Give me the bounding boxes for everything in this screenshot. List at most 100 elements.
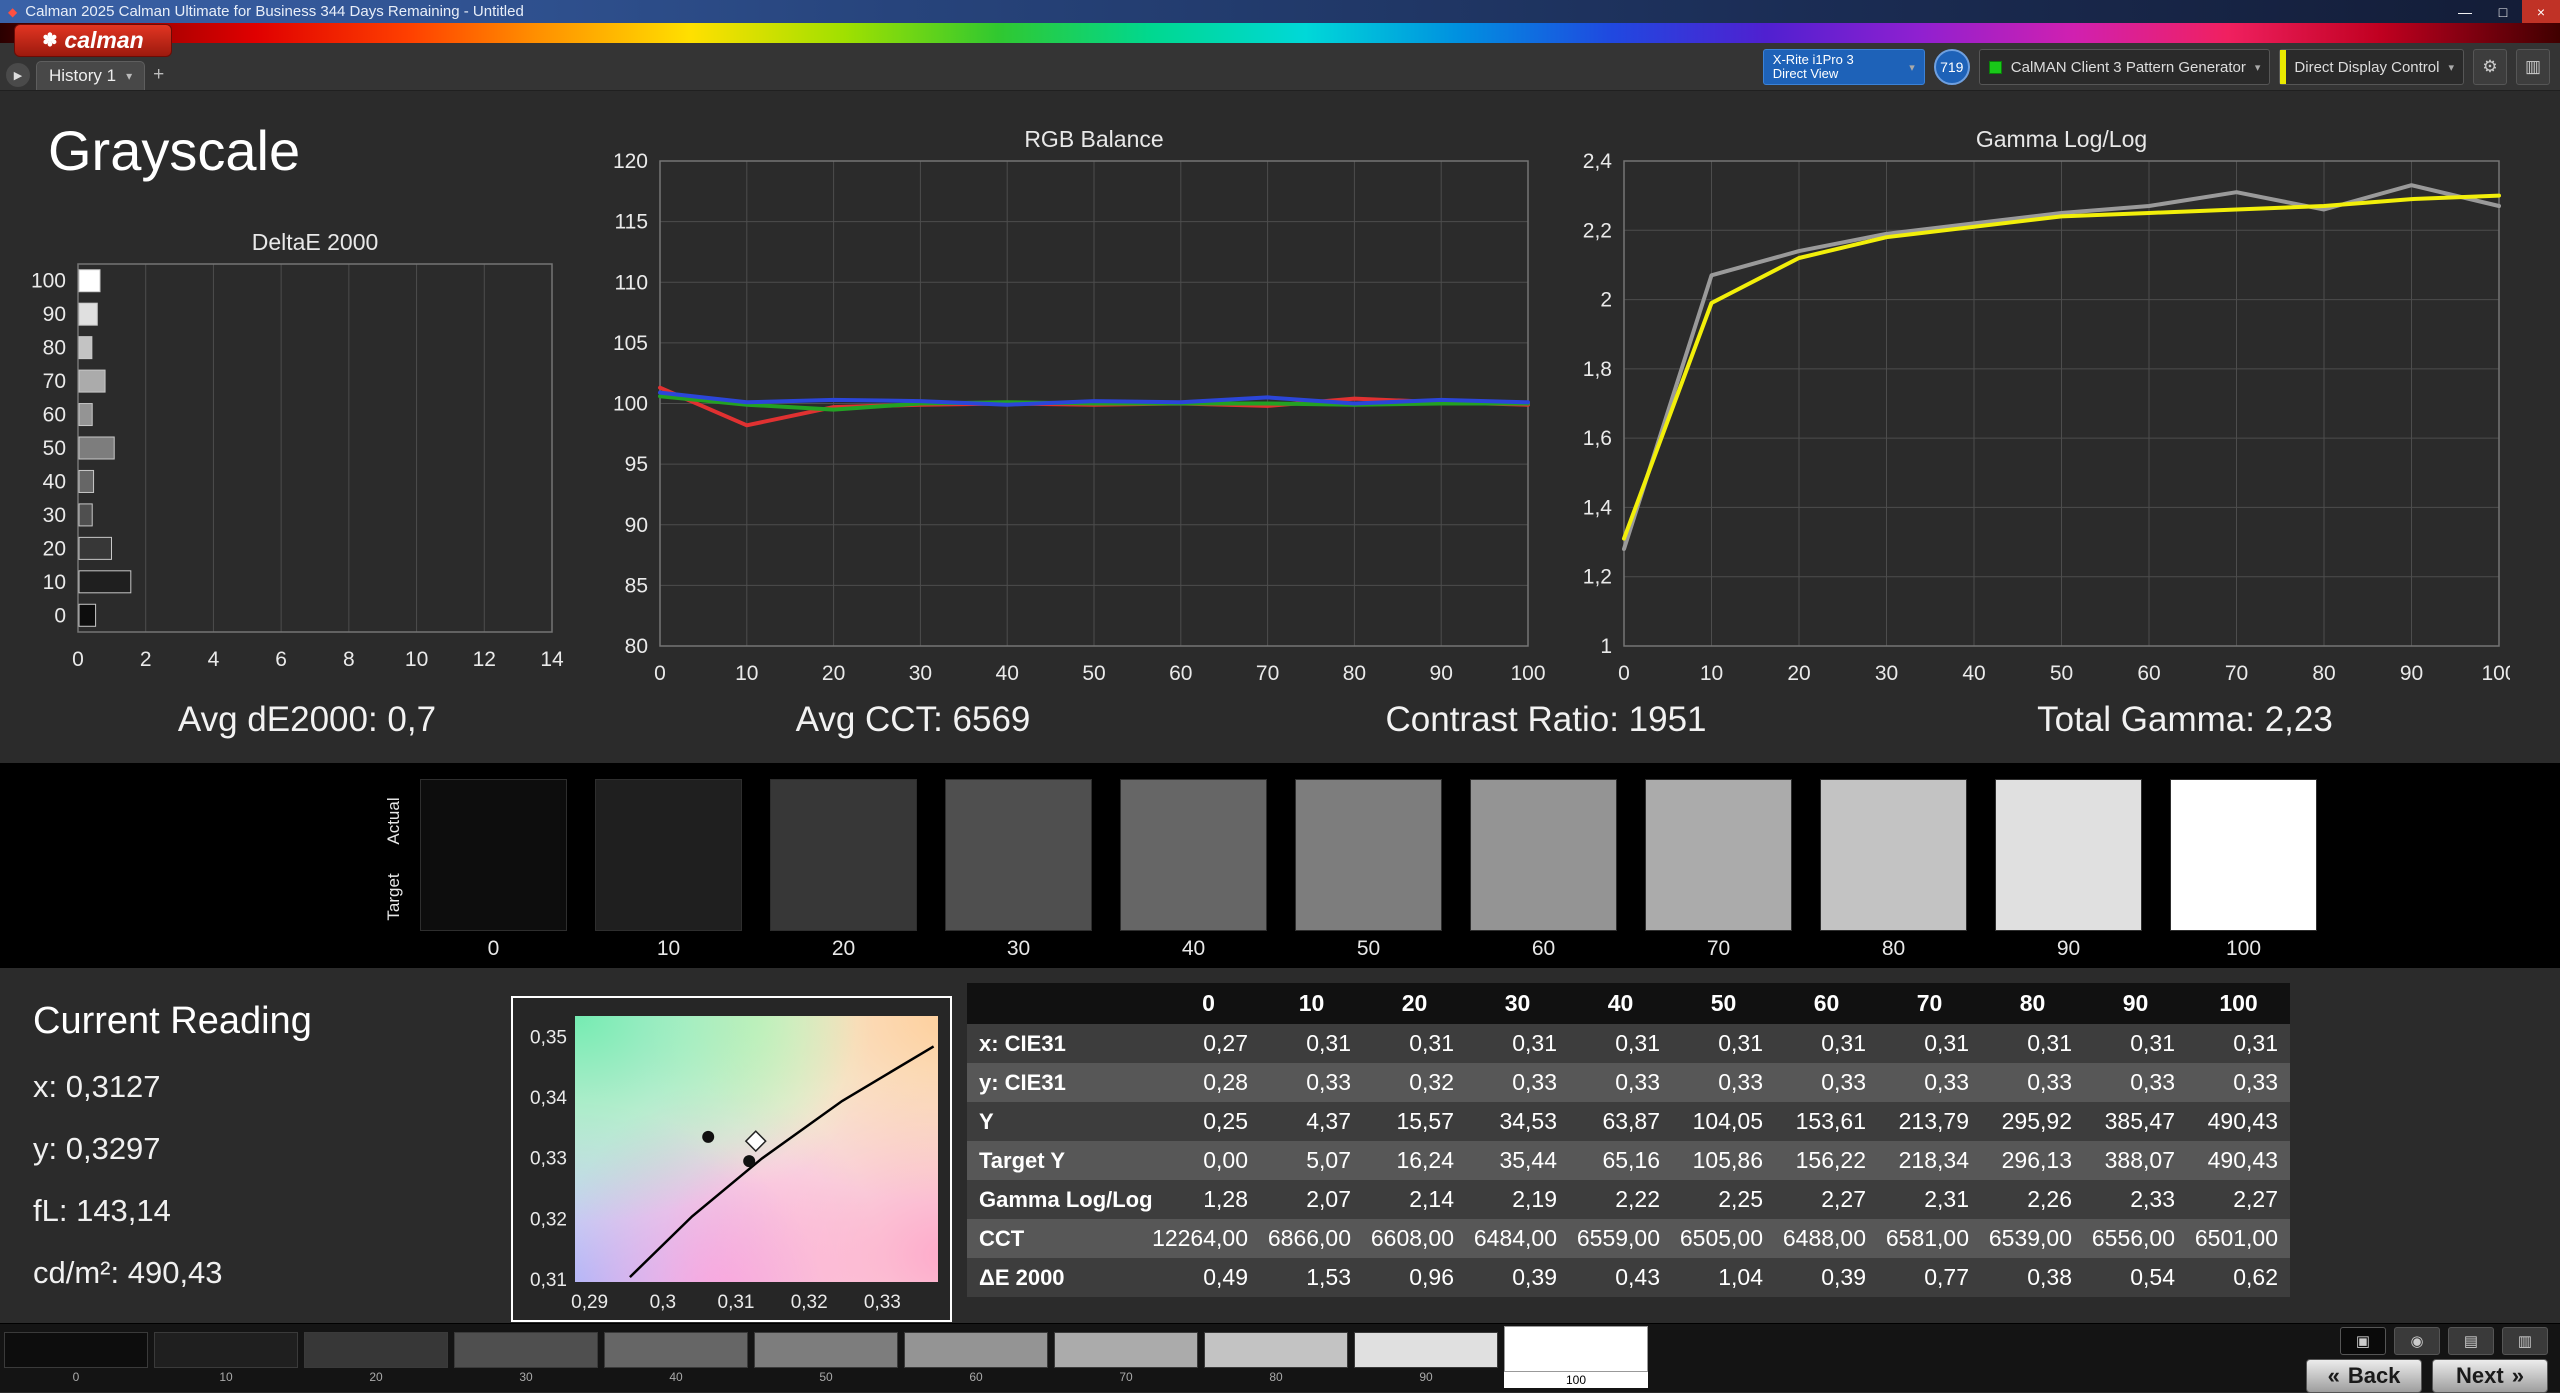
deltae-bar xyxy=(78,570,132,594)
reading-line: x: 0,3127 xyxy=(33,1069,161,1104)
svg-text:1,2: 1,2 xyxy=(1583,566,1612,589)
table-row: x: CIE31 0,27 0,31 0,31 0,31 0,31 0,31 0,31 0,31… xyxy=(967,1024,2295,1063)
table-cell: 0,33 xyxy=(2084,1063,2187,1102)
swatch-list: 0 10 20 30 40 50 60 70 80 90 100 xyxy=(420,779,2317,961)
pattern-thumbnail-30[interactable]: 30 xyxy=(454,1332,598,1384)
svg-text:1,8: 1,8 xyxy=(1583,358,1612,381)
bottom-bar: 0 10 20 30 40 50 60 70 80 90 100 ▣ ◉ ▤ ▥ « Back Ne… xyxy=(0,1323,2560,1393)
pattern-thumbnail-50[interactable]: 50 xyxy=(754,1332,898,1384)
svg-text:1,6: 1,6 xyxy=(1583,427,1612,450)
thumbnail-label: 20 xyxy=(369,1370,383,1384)
table-cell: 1,28 xyxy=(1157,1180,1260,1219)
table-cell: 0,25 xyxy=(1157,1102,1260,1141)
svg-text:85: 85 xyxy=(625,574,648,597)
display-control-dropdown[interactable]: Direct Display Control ▾ xyxy=(2279,49,2464,85)
pattern-thumbnail-70[interactable]: 70 xyxy=(1054,1332,1198,1384)
table-cell: 6505,00 xyxy=(1672,1219,1775,1258)
table-cell: 6866,00 xyxy=(1260,1219,1363,1258)
table-cell: 0,62 xyxy=(2187,1258,2290,1297)
table-cell: 0,31 xyxy=(1775,1024,1878,1063)
calman-logo-text: calman xyxy=(64,27,144,53)
table-corner-cell xyxy=(967,983,1157,1024)
grayscale-swatch-90: 90 xyxy=(1995,779,2142,961)
pattern-thumbnail-0[interactable]: 0 xyxy=(4,1332,148,1384)
pattern-thumbnail-40[interactable]: 40 xyxy=(604,1332,748,1384)
workspace-layout-button[interactable]: ▥ xyxy=(2516,49,2550,85)
toolbar-right-controls: X-Rite i1Pro 3 Direct View ▾ 719 CalMAN … xyxy=(1762,49,2550,85)
table-column-header: 40 xyxy=(1569,983,1672,1024)
toolbar: ▶ History 1 ▾ + X-Rite i1Pro 3 Direct Vi… xyxy=(0,43,2560,91)
pattern-generator-dropdown[interactable]: CalMAN Client 3 Pattern Generator ▾ xyxy=(1978,49,2271,85)
table-cell: 15,57 xyxy=(1363,1102,1466,1141)
svg-text:90: 90 xyxy=(2400,662,2423,685)
svg-text:DeltaE 2000: DeltaE 2000 xyxy=(252,229,379,255)
reading-line: fL: 143,14 xyxy=(33,1193,171,1228)
svg-text:1: 1 xyxy=(1600,635,1612,658)
swatch-label: 40 xyxy=(1181,937,1206,960)
table-cell: 490,43 xyxy=(2187,1102,2290,1141)
measured-point xyxy=(702,1130,715,1143)
page-title: Grayscale xyxy=(48,119,301,182)
pattern-thumbnail-80[interactable]: 80 xyxy=(1204,1332,1348,1384)
history-panel-toggle[interactable]: ▶ xyxy=(6,63,30,87)
next-button[interactable]: Next » xyxy=(2432,1359,2548,1393)
titlebar: ◆ Calman 2025 Calman Ultimate for Busine… xyxy=(0,0,2560,23)
tab-history-1[interactable]: History 1 ▾ xyxy=(36,61,146,90)
svg-text:0: 0 xyxy=(72,648,84,671)
calman-logo-button[interactable]: ✽ calman xyxy=(14,24,172,57)
grayscale-swatch-40: 40 xyxy=(1120,779,1267,961)
add-tab-button[interactable]: + xyxy=(153,64,164,86)
swatch-row-label-target: Target xyxy=(384,873,403,921)
table-cell: 0,39 xyxy=(1466,1258,1569,1297)
pattern-thumbnail-60[interactable]: 60 xyxy=(904,1332,1048,1384)
svg-text:6: 6 xyxy=(275,648,287,671)
svg-text:2,4: 2,4 xyxy=(1583,150,1613,173)
pattern-thumbnail-100[interactable]: 100 xyxy=(1504,1326,1648,1388)
settings-gear-button[interactable]: ⚙ xyxy=(2473,49,2507,85)
minimize-button[interactable]: — xyxy=(2446,0,2484,23)
chevron-down-icon: ▾ xyxy=(1909,61,1915,74)
table-column-header: 0 xyxy=(1157,983,1260,1024)
table-cell: 295,92 xyxy=(1981,1102,2084,1141)
pattern-thumbnail-90[interactable]: 90 xyxy=(1354,1332,1498,1384)
svg-text:10: 10 xyxy=(735,662,758,685)
svg-text:10: 10 xyxy=(1700,662,1723,685)
pattern-window-button[interactable]: ▣ xyxy=(2340,1327,2386,1355)
back-arrows-icon: « xyxy=(2327,1363,2340,1388)
reading-line: cd/m²: 490,43 xyxy=(33,1255,223,1290)
thumbnail-patch xyxy=(454,1332,598,1368)
pattern-thumbnail-20[interactable]: 20 xyxy=(304,1332,448,1384)
table-cell: 5,07 xyxy=(1260,1141,1363,1180)
meter-dropdown[interactable]: X-Rite i1Pro 3 Direct View ▾ xyxy=(1762,49,1925,85)
back-button[interactable]: « Back xyxy=(2306,1359,2422,1393)
table-row-label: Target Y xyxy=(967,1141,1157,1180)
thumbnail-label: 70 xyxy=(1119,1370,1133,1384)
close-button[interactable]: × xyxy=(2522,0,2560,23)
table-cell: 1,53 xyxy=(1260,1258,1363,1297)
table-cell: 156,22 xyxy=(1775,1141,1878,1180)
deltae-bar xyxy=(78,369,106,393)
current-reading-values: x: 0,3127 y: 0,3297 fL: 143,14 cd/m²: 490,4… xyxy=(33,1069,312,1291)
thumbnail-label: 50 xyxy=(819,1370,833,1384)
table-cell: 2,33 xyxy=(2084,1180,2187,1219)
app-icon: ◆ xyxy=(8,4,18,19)
svg-text:0,33: 0,33 xyxy=(864,1292,901,1313)
svg-text:90: 90 xyxy=(1430,662,1453,685)
printer-button[interactable]: ▤ xyxy=(2448,1327,2494,1355)
table-cell: 65,16 xyxy=(1569,1141,1672,1180)
table-cell: 296,13 xyxy=(1981,1141,2084,1180)
table-cell: 0,33 xyxy=(2187,1063,2290,1102)
layout-button[interactable]: ▥ xyxy=(2502,1327,2548,1355)
svg-text:50: 50 xyxy=(2050,662,2073,685)
power-button[interactable]: ◉ xyxy=(2394,1327,2440,1355)
table-cell: 6559,00 xyxy=(1569,1219,1672,1258)
table-column-header: 10 xyxy=(1260,983,1363,1024)
meter-badge[interactable]: 719 xyxy=(1933,49,1970,85)
maximize-button[interactable]: □ xyxy=(2484,0,2522,23)
grayscale-swatch-50: 50 xyxy=(1295,779,1442,961)
table-cell: 6581,00 xyxy=(1878,1219,1981,1258)
cie-overlay: 0,31 0,32 0,33 0,34 0,35 0,29 0,3 0,31 0,32 0,33 xyxy=(530,1027,935,1313)
pattern-thumbnail-strip: 0 10 20 30 40 50 60 70 80 90 100 xyxy=(4,1326,1648,1388)
svg-text:30: 30 xyxy=(909,662,932,685)
pattern-thumbnail-10[interactable]: 10 xyxy=(154,1332,298,1384)
